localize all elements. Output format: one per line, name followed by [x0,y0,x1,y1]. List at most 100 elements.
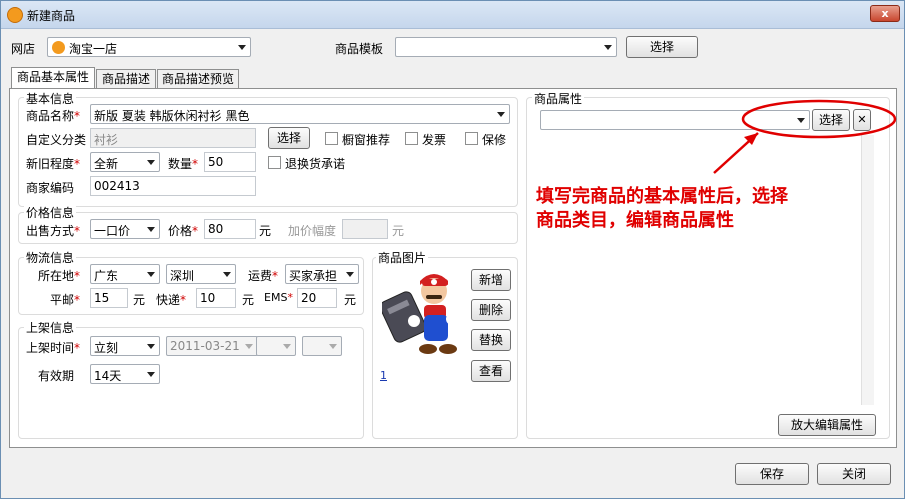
price-unit: 元 [259,224,272,238]
merchant-code-input[interactable]: 002413 [90,176,256,196]
product-images-title: 商品图片 [376,249,429,266]
validity-select[interactable]: 14天 [90,364,160,384]
category-label: 自定义分类 [26,133,87,147]
validity-label: 有效期 [38,369,75,383]
warranty-label: 保修 [482,133,507,147]
image-delete-button[interactable]: 删除 [471,299,511,321]
post-unit: 元 [133,293,146,307]
category-select-button[interactable]: 选择 [268,127,310,149]
product-image-thumbnail [382,274,458,354]
province-select[interactable]: 广东 [90,264,160,284]
category-input[interactable]: 衬衫 [90,128,256,148]
tab-basic-attributes[interactable]: 商品基本属性 [11,67,95,89]
shop-label: 网店 [11,42,36,56]
image-view-button[interactable]: 查看 [471,360,511,382]
dialog-window: 新建商品 x 网店 淘宝一店 商品模板 选择 商品基本属性 商品描述 商品描述预… [0,0,905,499]
post-label: 平邮* [50,293,81,307]
price-info-title: 价格信息 [24,204,77,221]
window-close-button[interactable]: x [870,5,900,22]
location-label: 所在地* [38,269,81,283]
basic-info-title: 基本信息 [24,90,77,107]
chevron-down-icon [147,272,155,277]
shop-value: 淘宝一店 [69,42,118,56]
quantity-input[interactable]: 50 [204,152,256,172]
tab-description-preview[interactable]: 商品描述预览 [157,69,239,89]
condition-label: 新旧程度* [26,157,81,171]
listing-hour-select[interactable] [256,336,296,356]
invoice-label: 发票 [422,133,447,147]
logistics-title: 物流信息 [24,249,77,266]
chevron-down-icon [245,344,253,349]
shipping-fee-select[interactable]: 买家承担 [285,264,359,284]
post-fee-input[interactable]: 15 [90,288,128,308]
chevron-down-icon [147,372,155,377]
sale-method-label: 出售方式* [26,224,81,238]
chevron-down-icon [147,344,155,349]
condition-value: 全新 [94,157,119,171]
title-bar: 新建商品 x [1,1,904,29]
markup-unit: 元 [392,224,405,238]
app-icon [7,7,23,23]
save-button[interactable]: 保存 [735,463,809,485]
return-promise-checkbox[interactable] [268,156,281,169]
chevron-down-icon [346,272,354,277]
sale-method-select[interactable]: 一口价 [90,219,160,239]
close-button[interactable]: 关闭 [817,463,891,485]
chevron-down-icon [283,344,291,349]
ems-unit: 元 [344,293,357,307]
annotation-text: 填写完商品的基本属性后，选择 商品类目，编辑商品属性 [536,186,788,231]
price-label: 价格* [168,224,199,238]
name-label: 商品名称* [26,109,81,123]
ems-fee-input[interactable]: 20 [297,288,337,308]
chevron-down-icon [238,45,246,50]
chevron-down-icon [223,272,231,277]
product-attributes-title: 商品属性 [532,90,585,107]
express-fee-input[interactable]: 10 [196,288,236,308]
product-name-value: 新版 夏装 韩版休闲衬衫 黑色 [94,109,250,123]
tab-panel: 基本信息 商品名称* 新版 夏装 韩版休闲衬衫 黑色 自定义分类 衬衫 选择 橱… [9,88,897,448]
shipping-fee-label: 运费* [248,269,279,283]
window-title: 新建商品 [27,9,76,23]
image-index-link[interactable]: 1 [380,369,387,382]
template-select-button[interactable]: 选择 [626,36,698,58]
expand-attributes-button[interactable]: 放大编辑属性 [778,414,876,436]
province-value: 广东 [94,269,119,283]
merchant-code-label: 商家编码 [26,181,75,195]
markup-label: 加价幅度 [288,224,337,238]
shop-icon [52,41,65,54]
shop-select[interactable]: 淘宝一店 [47,37,251,57]
window-recommend-label: 橱窗推荐 [342,133,391,147]
shipping-fee-value: 买家承担 [289,269,338,283]
product-name-input[interactable]: 新版 夏装 韩版休闲衬衫 黑色 [90,104,510,124]
city-select[interactable]: 深圳 [166,264,236,284]
image-add-button[interactable]: 新增 [471,269,511,291]
template-select[interactable] [395,37,617,57]
validity-value: 14天 [94,369,122,383]
sale-method-value: 一口价 [94,224,131,238]
express-label: 快递* [156,293,187,307]
image-replace-button[interactable]: 替换 [471,329,511,351]
chevron-down-icon [604,45,612,50]
price-input[interactable]: 80 [204,219,256,239]
chevron-down-icon [329,344,337,349]
annotation-ellipse [713,99,897,174]
listing-date-picker[interactable]: 2011-03-21 [166,336,258,356]
return-promise-label: 退换货承诺 [285,157,346,171]
warranty-checkbox[interactable] [465,132,478,145]
ems-label: EMS* [264,291,293,304]
chevron-down-icon [147,227,155,232]
quantity-label: 数量* [168,157,199,171]
invoice-checkbox[interactable] [405,132,418,145]
chevron-down-icon [147,160,155,165]
listing-time-select[interactable]: 立刻 [90,336,160,356]
template-label: 商品模板 [335,42,384,56]
listing-date-value: 2011-03-21 [170,339,240,353]
listing-time-value: 立刻 [94,341,119,355]
condition-select[interactable]: 全新 [90,152,160,172]
tab-description[interactable]: 商品描述 [96,69,156,89]
markup-input[interactable] [342,219,388,239]
window-recommend-checkbox[interactable] [325,132,338,145]
listing-title: 上架信息 [24,319,77,336]
listing-minute-select[interactable] [302,336,342,356]
express-unit: 元 [242,293,255,307]
